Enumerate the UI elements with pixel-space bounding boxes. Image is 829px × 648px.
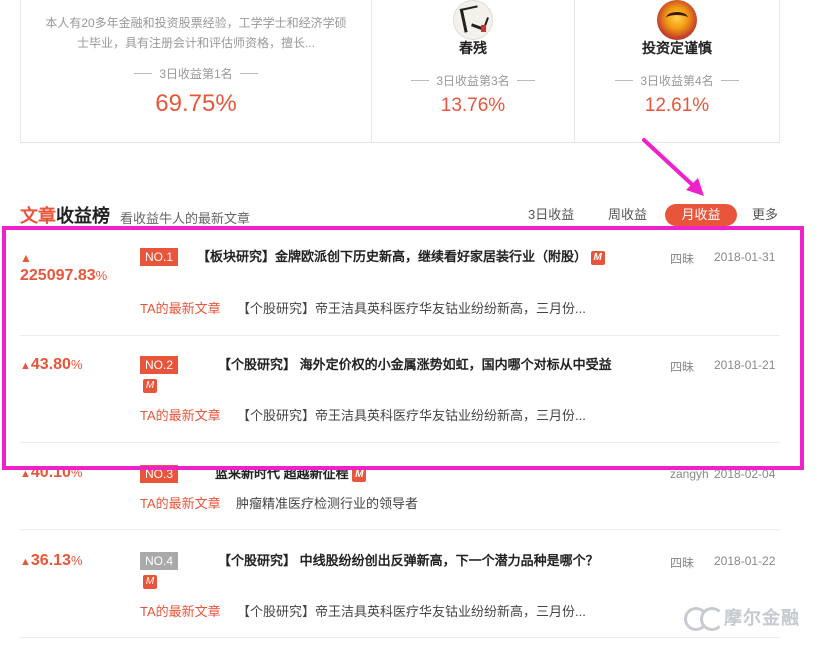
ta-latest-label: TA的最新文章: [140, 604, 221, 619]
watermark: 摩尔金融: [682, 604, 800, 631]
tab-3-day[interactable]: 3日收益: [528, 204, 574, 226]
card-rank-label: 3日收益第1名: [21, 65, 371, 82]
card-rank-label: 3日收益第3名: [372, 72, 574, 89]
rank-card-3[interactable]: 春残 3日收益第3名 13.76%: [372, 0, 575, 142]
card-user-name[interactable]: 春残: [372, 38, 574, 58]
card-user-name[interactable]: 投资定谨慎: [575, 38, 779, 58]
golden-bull-avatar-icon[interactable]: [657, 0, 697, 40]
m-badge-icon: M: [143, 575, 157, 589]
card-description: 本人有20多年金融和投资股票经验，工学学士和经济学硕士毕业，具有注册会计和评估师…: [45, 16, 347, 50]
card-percent: 13.76%: [440, 95, 506, 116]
gain-percent: ▲36.13%: [20, 552, 83, 569]
calligraphy-avatar-icon[interactable]: [453, 0, 493, 40]
latest-article-link[interactable]: 【个股研究】帝王洁具英科医疗华友钴业纷纷新高，三月份...: [237, 601, 617, 620]
period-tabs: 3日收益 周收益 月收益 更多: [0, 204, 829, 228]
up-arrow-icon: ▲: [20, 556, 31, 568]
ta-latest-label: TA的最新文章: [140, 496, 221, 511]
rank-badge: NO.4: [140, 552, 179, 570]
annotation-arrow-icon: [642, 138, 704, 196]
tab-month-active[interactable]: 月收益: [665, 204, 737, 226]
annotation-highlight-box: [2, 226, 804, 470]
tab-week[interactable]: 周收益: [608, 204, 647, 226]
article-row[interactable]: ▲36.13% NO.4 【个股研究】 中线股纷纷创出反弹新高，下一个潜力品种是…: [20, 530, 780, 638]
latest-article-link[interactable]: 肿瘤精准医疗检测行业的领导者: [236, 493, 616, 512]
author-name[interactable]: 四昧: [670, 554, 694, 571]
article-title-link[interactable]: 【个股研究】 中线股纷纷创出反弹新高，下一个潜力品种是哪个？: [218, 550, 678, 572]
top-ranking-cards: 本人有20多年金融和投资股票经验，工学学士和经济学硕士毕业，具有注册会计和评估师…: [20, 0, 780, 143]
publish-date: 2018-01-22: [714, 554, 776, 568]
card-percent: 12.61%: [644, 95, 710, 116]
watermark-text: 摩尔金融: [724, 608, 800, 628]
watermark-logo-icon: [682, 605, 724, 631]
card-percent: 69.75%: [155, 90, 237, 117]
card-rank-label: 3日收益第4名: [575, 72, 779, 89]
more-link[interactable]: 更多: [752, 204, 778, 226]
rank-card-4[interactable]: 投资定谨慎 3日收益第4名 12.61%: [575, 0, 779, 142]
rank-card-1[interactable]: 本人有20多年金融和投资股票经验，工学学士和经济学硕士毕业，具有注册会计和评估师…: [21, 0, 372, 142]
